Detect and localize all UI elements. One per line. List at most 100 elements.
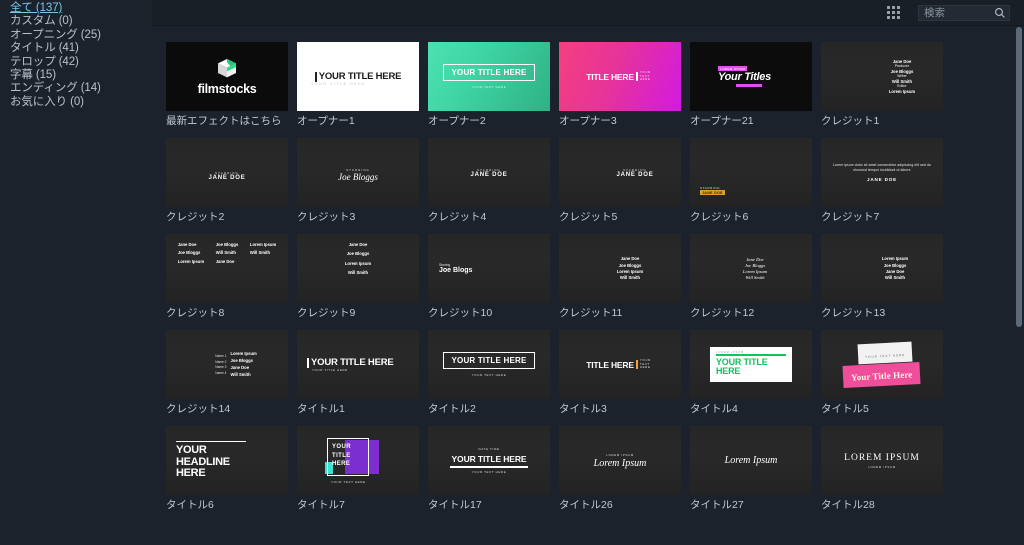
credit-name: Will Smith [619, 275, 641, 281]
thumbnail-title-5[interactable]: YOUR TEXT HERE Your Title Here [821, 330, 943, 399]
thumbnail-credit-10[interactable]: Starring Joe Blogs [428, 234, 550, 303]
thumbnail-credit-11[interactable]: Jane Doe Joe Bloggs Lorem Ipsum Will Smi… [559, 234, 681, 303]
credit-role: Editor [897, 84, 907, 89]
thumbnail-title-7[interactable]: YOUR TITLE HERE YOUR TEXT HERE [297, 426, 419, 495]
grid-item[interactable]: Lorem Ipsum Joe Bloggs Jane Doe Will Smi… [821, 234, 943, 320]
grid-item[interactable]: YOUR TEXT HERE Your Title Here タイトル5 [821, 330, 943, 416]
thumbnail-credit-12[interactable]: Jane Doe Joe Bloggs Lorem Ipsum Will Smi… [690, 234, 812, 303]
grid-item[interactable]: Jane Doe Joe Bloggs Lorem Ipsum Will Smi… [559, 234, 681, 320]
thumbnail-opener-3[interactable]: TITLE HERE YOUR TEXT HERE [559, 42, 681, 111]
grid-item[interactable]: YOUR TITLE HERE YOUR TEXT HERE オープナー2 [428, 42, 550, 128]
thumbnail-title-17[interactable]: DATE TIME YOUR TITLE HERE YOUR TEXT HERE [428, 426, 550, 495]
grid-item-caption: クレジット11 [559, 307, 623, 319]
grid-item[interactable]: filmstocks 最新エフェクトはこちら [166, 42, 288, 128]
grid-item[interactable]: YOUR TITLE HERE YOUR TEXT HERE タイトル7 [297, 426, 419, 512]
credit-name: Lorem Ipsum [344, 260, 372, 266]
sidebar-item-subtitle[interactable]: 字幕 (15) [8, 69, 152, 82]
scrollbar-thumb[interactable] [1016, 27, 1022, 327]
sidebar-item-ending[interactable]: エンディング (14) [8, 82, 152, 95]
search-icon[interactable] [994, 7, 1006, 19]
grid-view-icon[interactable] [887, 6, 904, 19]
grid-item[interactable]: Starring Joe Blogs クレジット10 [428, 234, 550, 320]
thumbnail-filmstocks[interactable]: filmstocks [166, 42, 288, 111]
thumbnail-credit-8[interactable]: Jane Doe Joe Bloggs Lorem Ipsum Joe Blog… [166, 234, 288, 303]
sidebar-item-favorites[interactable]: お気に入り (0) [8, 96, 152, 109]
thumbnail-credit-3[interactable]: STARRING Joe Bloggs [297, 138, 419, 207]
grid-item[interactable]: YOUR TITLE HERE YOUR TITLE HERE オープナー1 [297, 42, 419, 128]
grid-item[interactable]: TITLE HERE YOUR TEXT HERE オープナー3 [559, 42, 681, 128]
grid-item[interactable]: Name 1 Name 2 Name 3 Name 4 Lorem Ipsum … [166, 330, 288, 416]
grid-item-caption: オープナー2 [428, 115, 486, 127]
grid-item-caption: クレジット3 [297, 211, 356, 223]
grid-item[interactable]: Jane Doe Joe Bloggs Lorem Ipsum Joe Blog… [166, 234, 288, 320]
vertical-scrollbar[interactable] [1016, 27, 1022, 545]
thumbnail-credit-2[interactable]: STARRING JANE DOE [166, 138, 288, 207]
thumbnail-credit-4[interactable]: STARRING JANE DOE [428, 138, 550, 207]
grid-item[interactable]: LOREM IPSUM LOREM IPSUM タイトル28 [821, 426, 943, 512]
thumbnail-credit-1[interactable]: Jane Doe Producer Joe Bloggs Writer Will… [821, 42, 943, 111]
grid-item[interactable]: STARRING JANE DOE クレジット5 [559, 138, 681, 224]
grid-item[interactable]: STARRING Joe Bloggs クレジット3 [297, 138, 419, 224]
credit-name: Jane Doe [230, 365, 250, 371]
thumbnail-title-2[interactable]: YOUR TITLE HERE YOUR TEXT HERE [428, 330, 550, 399]
grid-item[interactable]: Lorem Ipsum タイトル27 [690, 426, 812, 512]
sidebar-item-all[interactable]: 全て (137) [8, 2, 152, 15]
grid-item-caption: オープナー3 [559, 115, 617, 127]
thumbnail-title-6[interactable]: YOUR HEADLINE HERE [166, 426, 288, 495]
grid-item[interactable]: Jane Doe Joe Bloggs Lorem Ipsum Will Smi… [297, 234, 419, 320]
thumbnail-title-4[interactable]: LOREM IPSUM YOUR TITLE HERE [690, 330, 812, 399]
grid-item[interactable]: Lorem ipsum dolor sit amet consectetur a… [821, 138, 943, 224]
credit-name: Joe Bloggs [177, 250, 201, 256]
grid-item[interactable]: TITLE HERE YOUR TEXT HERE タイトル3 [559, 330, 681, 416]
grid-item-caption: オープナー1 [297, 115, 355, 127]
grid-item[interactable]: YOUR TITLE HERE YOUR TITLE HERE タイトル1 [297, 330, 419, 416]
sidebar-item-custom[interactable]: カスタム (0) [8, 15, 152, 28]
thumbnail-opener-21[interactable]: LOREM IPSUM Your Titles [690, 42, 812, 111]
thumbnail-opener-1[interactable]: YOUR TITLE HERE YOUR TITLE HERE [297, 42, 419, 111]
credit-name: Jane Doe [348, 242, 368, 247]
brand-wordmark: filmstocks [197, 81, 257, 96]
grid-item[interactable]: STARRING JANE DOE クレジット4 [428, 138, 550, 224]
grid-item-caption: タイトル7 [297, 499, 345, 511]
grid-item[interactable]: LOREM IPSUM Lorem Ipsum タイトル26 [559, 426, 681, 512]
thumbnail-credit-14[interactable]: Name 1 Name 2 Name 3 Name 4 Lorem Ipsum … [166, 330, 288, 399]
app-root: 全て (137) カスタム (0) オープニング (25) タイトル (41) … [0, 0, 1024, 545]
thumbnail-credit-5[interactable]: STARRING JANE DOE [559, 138, 681, 207]
grid-item-caption: タイトル17 [428, 499, 482, 511]
thumbnail-credit-13[interactable]: Lorem Ipsum Joe Bloggs Jane Doe Will Smi… [821, 234, 943, 303]
toolbar [152, 0, 1024, 26]
credit-name: Jane Doe [746, 257, 764, 262]
thumbnail-title-28[interactable]: LOREM IPSUM LOREM IPSUM [821, 426, 943, 495]
preview-title: YOUR TITLE HERE [332, 444, 351, 467]
sidebar-item-opening[interactable]: オープニング (25) [8, 29, 152, 42]
thumbnail-title-26[interactable]: LOREM IPSUM Lorem Ipsum [559, 426, 681, 495]
search-box[interactable] [918, 4, 1010, 21]
preview-subtitle: YOUR TEXT HERE [331, 480, 366, 484]
grid-item[interactable]: Jane Doe Joe Bloggs Lorem Ipsum Will Smi… [690, 234, 812, 320]
preview-title: JANE DOE [470, 171, 508, 178]
grid-item[interactable]: Jane Doe Producer Joe Bloggs Writer Will… [821, 42, 943, 128]
thumbnail-title-3[interactable]: TITLE HERE YOUR TEXT HERE [559, 330, 681, 399]
grid-item[interactable]: YOUR HEADLINE HERE タイトル6 [166, 426, 288, 512]
grid-item[interactable]: STARRING JANE DOE クレジット2 [166, 138, 288, 224]
thumbnail-title-1[interactable]: YOUR TITLE HERE YOUR TITLE HERE [297, 330, 419, 399]
grid-item[interactable]: LOREM IPSUM YOUR TITLE HERE タイトル4 [690, 330, 812, 416]
thumbnail-credit-7[interactable]: Lorem ipsum dolor sit amet consectetur a… [821, 138, 943, 207]
sidebar-item-telop[interactable]: テロップ (42) [8, 56, 152, 69]
thumbnail-opener-2[interactable]: YOUR TITLE HERE YOUR TEXT HERE [428, 42, 550, 111]
grid-item[interactable]: LOREM IPSUM Your Titles オープナー21 [690, 42, 812, 128]
grid-item-caption: タイトル4 [690, 403, 738, 415]
preview-title: Joe Blogs [439, 267, 473, 274]
grid-item[interactable]: YOUR TITLE HERE YOUR TEXT HERE タイトル2 [428, 330, 550, 416]
sidebar-item-title[interactable]: タイトル (41) [8, 42, 152, 55]
thumbnail-credit-9[interactable]: Jane Doe Joe Bloggs Lorem Ipsum Will Smi… [297, 234, 419, 303]
thumbnail-credit-6[interactable]: STARRING JANE DOE [690, 138, 812, 207]
thumbnail-title-27[interactable]: Lorem Ipsum [690, 426, 812, 495]
grid-item-caption: タイトル3 [559, 403, 607, 415]
cursor-bar-icon [314, 71, 317, 82]
effects-grid-scroll-area[interactable]: filmstocks 最新エフェクトはこちら YOUR TITLE HERE Y… [152, 26, 1024, 545]
preview-title: YOUR TITLE HERE [318, 71, 402, 82]
grid-item[interactable]: STARRING JANE DOE クレジット6 [690, 138, 812, 224]
preview-subtitle: YOUR TITLE HERE [312, 368, 348, 372]
grid-item[interactable]: DATE TIME YOUR TITLE HERE YOUR TEXT HERE… [428, 426, 550, 512]
